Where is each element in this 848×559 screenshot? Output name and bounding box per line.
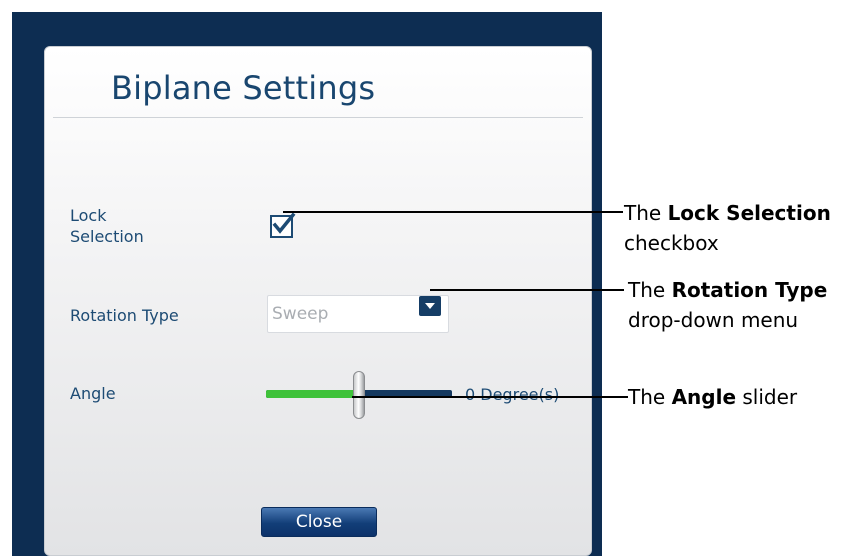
angle-slider-fill bbox=[266, 390, 359, 398]
dialog-frame: Biplane Settings Lock Selection Rotation… bbox=[12, 12, 602, 556]
lock-selection-checkbox[interactable] bbox=[270, 213, 296, 239]
chevron-down-icon[interactable] bbox=[419, 296, 441, 316]
rotation-callout-pre: The bbox=[628, 278, 672, 302]
dialog-title: Biplane Settings bbox=[111, 69, 376, 107]
angle-callout-line bbox=[352, 396, 628, 398]
biplane-settings-dialog: Biplane Settings Lock Selection Rotation… bbox=[44, 46, 592, 556]
lock-callout-line bbox=[283, 211, 623, 213]
angle-value: 0 Degree(s) bbox=[465, 385, 560, 404]
lock-callout: The Lock Selection checkbox bbox=[624, 198, 831, 258]
lock-callout-pre: The bbox=[624, 201, 668, 225]
lock-callout-post: checkbox bbox=[624, 231, 719, 255]
lock-callout-bold: Lock Selection bbox=[667, 201, 831, 225]
angle-callout: The Angle slider bbox=[628, 382, 797, 412]
angle-callout-post: slider bbox=[736, 385, 798, 409]
angle-callout-bold: Angle bbox=[671, 385, 737, 409]
rotation-type-dropdown[interactable]: Sweep bbox=[267, 295, 449, 333]
angle-label: Angle bbox=[70, 384, 116, 403]
rotation-callout-post: drop-down menu bbox=[628, 308, 799, 332]
close-button[interactable]: Close bbox=[261, 507, 377, 537]
rotation-type-label: Rotation Type bbox=[70, 306, 179, 325]
angle-slider-handle[interactable] bbox=[353, 371, 365, 419]
rotation-type-value: Sweep bbox=[272, 304, 329, 324]
rotation-callout: The Rotation Type drop-down menu bbox=[628, 275, 827, 335]
rotation-callout-bold: Rotation Type bbox=[671, 278, 828, 302]
title-divider bbox=[53, 117, 583, 118]
rotation-callout-line bbox=[430, 289, 624, 291]
lock-selection-label: Lock Selection bbox=[70, 205, 144, 247]
angle-callout-pre: The bbox=[628, 385, 672, 409]
lock-selection-label-line2: Selection bbox=[70, 227, 144, 246]
lock-selection-label-line1: Lock bbox=[70, 206, 107, 225]
